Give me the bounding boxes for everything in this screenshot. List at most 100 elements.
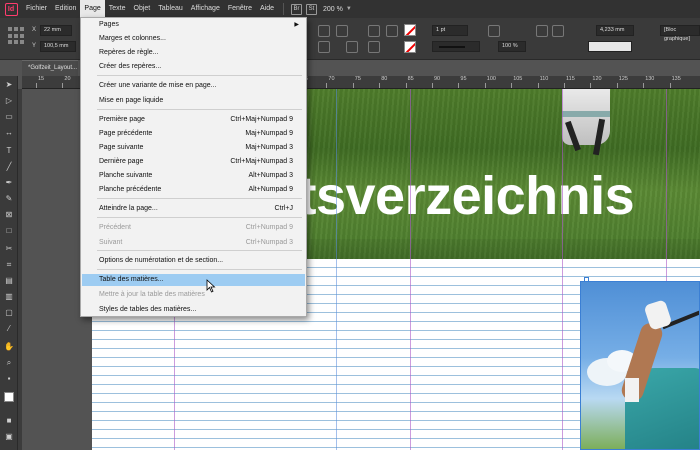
menu-affichage[interactable]: Affichage bbox=[187, 0, 224, 18]
golfer-photo-frame[interactable] bbox=[580, 281, 700, 450]
rotate-icon[interactable] bbox=[318, 25, 330, 37]
ruler-tick-label: 120 bbox=[592, 76, 602, 82]
effects-icon[interactable] bbox=[488, 25, 500, 37]
fill-stroke-swatch-icon[interactable] bbox=[4, 392, 14, 402]
menu-item[interactable]: Page suivante Maj+Numpad 3 bbox=[82, 142, 305, 154]
menu-item[interactable]: Atteindre la page... Ctrl+J bbox=[82, 203, 305, 215]
screen-mode-icon[interactable]: ▣ bbox=[4, 432, 14, 442]
free-transform-tool-icon[interactable]: ⌗ bbox=[4, 260, 14, 270]
zoom-tool-icon[interactable]: ⌕ bbox=[4, 358, 14, 368]
flip-icon[interactable] bbox=[336, 25, 348, 37]
selection-tool-icon[interactable]: ➤ bbox=[4, 80, 14, 90]
gap-tool-icon[interactable]: ↔ bbox=[4, 128, 14, 138]
app-logo: Id bbox=[0, 0, 22, 18]
text-wrap-icon[interactable] bbox=[536, 25, 548, 37]
menu-item: Suivant Ctrl+Numpad 3 bbox=[82, 237, 305, 249]
menu-fichier[interactable]: Fichier bbox=[22, 0, 51, 18]
stroke-swatch-icon[interactable] bbox=[404, 24, 416, 36]
menu-item[interactable]: Créer des repères... bbox=[82, 61, 305, 73]
page-tool-icon[interactable]: ▭ bbox=[4, 112, 14, 122]
chevron-down-icon[interactable]: ▼ bbox=[346, 6, 352, 12]
line-tool-icon[interactable]: ╱ bbox=[4, 162, 14, 172]
ruler-tick bbox=[643, 83, 645, 88]
menu-item[interactable]: Dernière page Ctrl+Maj+Numpad 3 bbox=[82, 156, 305, 168]
text-frame-icon[interactable] bbox=[346, 41, 358, 53]
menu-item-label: Repères de règle... bbox=[99, 49, 159, 56]
menu-item: Mettre à jour la table des matières bbox=[82, 289, 305, 301]
menu-item-label: Marges et colonnes... bbox=[99, 35, 166, 42]
menu-item[interactable]: Repères de règle... bbox=[82, 47, 305, 59]
x-field[interactable]: 22 mm bbox=[40, 25, 72, 36]
ruler-tick bbox=[590, 83, 592, 88]
rectangle-frame-tool-icon[interactable]: ⊠ bbox=[4, 210, 14, 220]
indesign-logo-icon: Id bbox=[4, 2, 18, 16]
stroke-weight-field[interactable]: 1 pt bbox=[432, 25, 468, 36]
object-style-field[interactable]: [Bloc graphique] bbox=[660, 25, 700, 42]
scissors-tool-icon[interactable]: ✂ bbox=[4, 244, 14, 254]
direct-selection-tool-icon[interactable]: ▷ bbox=[4, 96, 14, 106]
menu-edition[interactable]: Edition bbox=[51, 0, 80, 18]
menu-item-shortcut: Alt+Numpad 9 bbox=[248, 186, 293, 193]
pen-tool-icon[interactable]: ✒ bbox=[4, 178, 14, 188]
menu-item[interactable]: Marges et colonnes... bbox=[82, 33, 305, 45]
pencil-tool-icon[interactable]: ✎ bbox=[4, 194, 14, 204]
fill-icon[interactable] bbox=[386, 25, 398, 37]
menu-divider bbox=[97, 217, 302, 218]
gradient-feather-tool-icon[interactable]: ▥ bbox=[4, 292, 14, 302]
rectangle-tool-icon[interactable]: □ bbox=[4, 226, 14, 236]
menu-item[interactable]: Pages ▶ bbox=[82, 19, 305, 31]
ruler-tick-label: 110 bbox=[539, 76, 549, 82]
menu-item[interactable]: Styles de tables des matières... bbox=[82, 304, 305, 316]
ruler-tick bbox=[326, 83, 328, 88]
type-tool-icon[interactable]: T bbox=[4, 146, 14, 156]
menu-item[interactable]: Table des matières... bbox=[82, 274, 305, 286]
opacity-field[interactable]: 100 % bbox=[498, 41, 526, 52]
corner-size-field[interactable]: 4,233 mm bbox=[596, 25, 634, 36]
select-container-icon[interactable] bbox=[368, 25, 380, 37]
shear-icon[interactable] bbox=[318, 41, 330, 53]
menu-tableau[interactable]: Tableau bbox=[154, 0, 187, 18]
menu-item[interactable]: Planche précédente Alt+Numpad 9 bbox=[82, 184, 305, 196]
hand-tool-icon[interactable]: ✋ bbox=[4, 342, 14, 352]
menu-item-shortcut: Maj+Numpad 9 bbox=[245, 130, 293, 137]
gradient-tool-icon[interactable]: ▤ bbox=[4, 276, 14, 286]
menu-item[interactable]: Mise en page liquide bbox=[82, 95, 305, 107]
ruler-tick-label: 100 bbox=[486, 76, 496, 82]
default-colors-icon[interactable]: ▪ bbox=[4, 374, 14, 384]
menu-aide[interactable]: Aide bbox=[256, 0, 278, 18]
ruler-tick-label: 90 bbox=[434, 76, 441, 82]
menu-item[interactable]: Première page Ctrl+Maj+Numpad 9 bbox=[82, 114, 305, 126]
reference-point-icon[interactable] bbox=[8, 27, 26, 45]
menu-item[interactable]: Options de numérotation et de section... bbox=[82, 255, 305, 267]
note-tool-icon[interactable]: ▢ bbox=[4, 308, 14, 318]
menu-fenetre[interactable]: Fenêtre bbox=[224, 0, 256, 18]
menu-page[interactable]: Page bbox=[80, 0, 105, 18]
ruler-tick bbox=[36, 83, 37, 88]
menu-item[interactable]: Page précédente Maj+Numpad 9 bbox=[82, 128, 305, 140]
menu-texte[interactable]: Texte bbox=[105, 0, 130, 18]
fill-swatch-icon[interactable] bbox=[404, 41, 416, 53]
document-tab[interactable]: *Golfzeit_Layout... bbox=[22, 60, 78, 76]
y-field[interactable]: 100,5 mm bbox=[40, 41, 76, 52]
eyedropper-tool-icon[interactable]: ⁄ bbox=[4, 324, 14, 334]
stroke-type-select[interactable] bbox=[432, 41, 480, 52]
apply-color-icon[interactable]: ■ bbox=[4, 416, 14, 426]
menu-objet[interactable]: Objet bbox=[130, 0, 155, 18]
menu-item[interactable]: Créer une variante de mise en page... bbox=[82, 80, 305, 92]
frame-preview bbox=[588, 41, 632, 52]
ruler-tick bbox=[62, 83, 64, 88]
corner-icon[interactable] bbox=[552, 25, 564, 37]
ruler-tick bbox=[564, 83, 565, 88]
menu-item-shortcut: Ctrl+Maj+Numpad 3 bbox=[230, 158, 293, 165]
zoom-level[interactable]: 200 % bbox=[323, 6, 343, 13]
stock-button[interactable]: St bbox=[305, 3, 317, 15]
ruler-tick bbox=[537, 83, 539, 88]
ruler-tick bbox=[484, 83, 486, 88]
frame-handle[interactable] bbox=[584, 277, 589, 282]
menu-item-label: Styles de tables des matières... bbox=[99, 306, 197, 313]
bridge-button[interactable]: Br bbox=[290, 3, 302, 15]
menu-item-label: Créer une variante de mise en page... bbox=[99, 82, 217, 89]
menu-item-label: Page suivante bbox=[99, 144, 144, 151]
select-content-icon[interactable] bbox=[368, 41, 380, 53]
menu-item[interactable]: Planche suivante Alt+Numpad 3 bbox=[82, 170, 305, 182]
